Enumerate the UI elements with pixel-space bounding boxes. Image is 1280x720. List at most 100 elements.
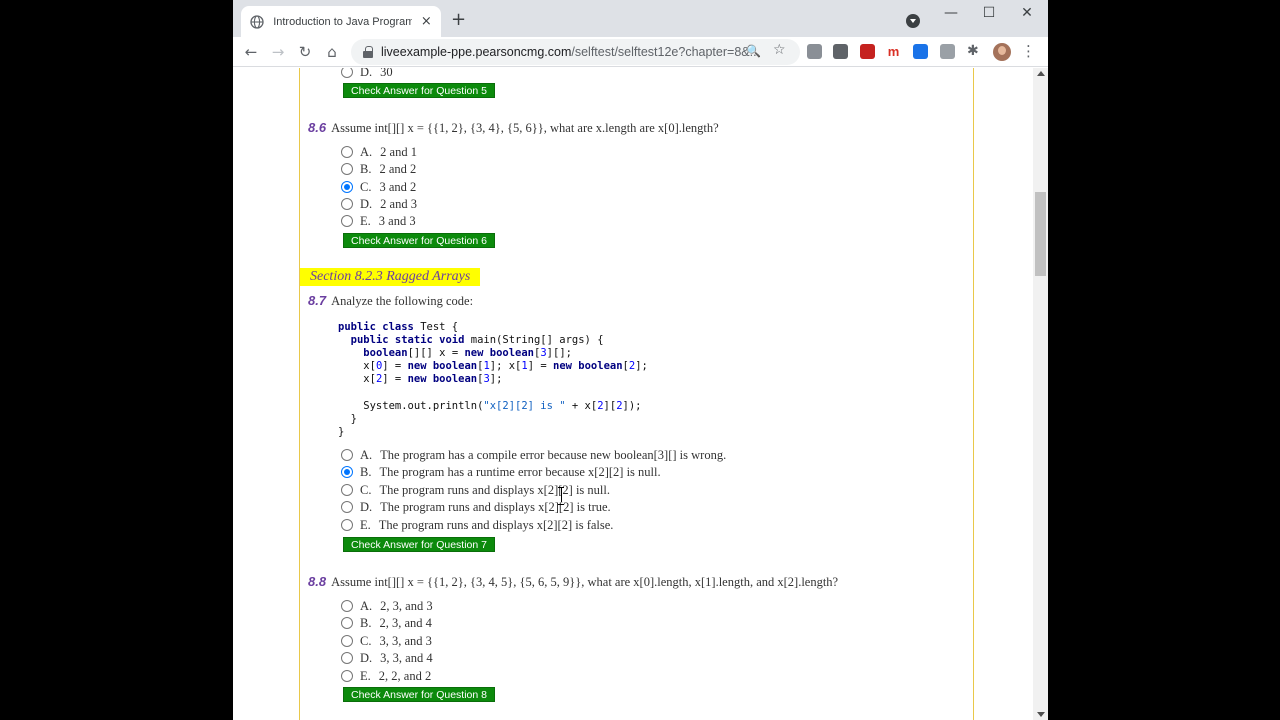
choice-letter: A. (360, 598, 373, 613)
scroll-thumb[interactable] (1035, 192, 1046, 276)
choice-text: 30 (380, 68, 393, 79)
check-answer-q6-button[interactable]: Check Answer for Question 6 (343, 233, 495, 248)
choice-letter: C. (360, 179, 372, 194)
q6-choice-e[interactable]: E. 3 and 3 (341, 213, 416, 229)
new-tab-button[interactable]: + (451, 10, 466, 30)
address-bar[interactable]: liveexample-ppe.pearsoncmg.com/selftest/… (351, 39, 800, 65)
choice-letter: A. (360, 447, 373, 462)
choice-letter: A. (360, 144, 373, 159)
choice-letter: D. (360, 650, 373, 665)
q7-radio-c[interactable] (341, 484, 353, 496)
zoom-icon[interactable]: 🔍 (746, 44, 761, 58)
choice-text: 2, 2, and 2 (378, 668, 432, 683)
choice-text: 2, 3, and 3 (380, 598, 433, 613)
code-block: public class Test { public static void m… (338, 321, 648, 439)
close-window-button[interactable]: ✕ (1017, 5, 1037, 21)
extension-m-icon[interactable]: m (886, 44, 901, 59)
q7-choice-b[interactable]: B. The program has a runtime error becau… (341, 464, 661, 480)
q7-choice-c[interactable]: C. The program runs and displays x[2][2]… (341, 482, 610, 498)
extension-blue-icon[interactable] (913, 44, 928, 59)
menu-kebab-icon[interactable]: ⋮ (1021, 42, 1036, 60)
extensions-puzzle-icon[interactable]: ✱ (967, 43, 979, 59)
q8-choice-a[interactable]: A. 2, 3, and 3 (341, 598, 433, 614)
choice-text: 3, 3, and 3 (379, 633, 432, 648)
ublock-icon[interactable] (860, 44, 875, 59)
q7-radio-a[interactable] (341, 449, 353, 461)
q7-text: Analyze the following code: (331, 294, 474, 308)
q7-choice-d[interactable]: D. The program runs and displays x[2][2]… (341, 499, 611, 515)
profile-avatar[interactable] (993, 43, 1011, 61)
forward-button[interactable]: → (268, 42, 288, 62)
q8-question: 8.8 Assume int[][] x = {{1, 2}, {3, 4, 5… (308, 574, 838, 590)
q7-radio-d[interactable] (341, 501, 353, 513)
home-button[interactable]: ⌂ (322, 42, 342, 62)
q8-radio-a[interactable] (341, 600, 353, 612)
scroll-up-arrow-icon[interactable] (1037, 71, 1045, 76)
q8-choice-c[interactable]: C. 3, 3, and 3 (341, 633, 432, 649)
browser-tab[interactable]: Introduction to Java Programming × (241, 6, 441, 37)
q7-radio-b[interactable] (341, 466, 353, 478)
q6-choice-a[interactable]: A. 2 and 1 (341, 144, 417, 160)
q6-number: 8.6 (308, 120, 327, 135)
q7-choice-a[interactable]: A. The program has a compile error becau… (341, 447, 726, 463)
q6-choice-b[interactable]: B. 2 and 2 (341, 161, 416, 177)
q6-radio-a[interactable] (341, 146, 353, 158)
check-answer-q8-button[interactable]: Check Answer for Question 8 (343, 687, 495, 702)
q8-radio-e[interactable] (341, 670, 353, 682)
url-path: /selftest/selftest12e?chapter=8&... (571, 45, 761, 59)
choice-letter: B. (360, 161, 372, 176)
page-viewport: D. 30 Check Answer for Question 5 8.6 As… (233, 68, 1033, 720)
q8-radio-b[interactable] (341, 617, 353, 629)
code-line: boolean[][] x = new boolean[3][]; (363, 347, 572, 360)
back-button[interactable]: ← (241, 42, 261, 62)
q7-number: 8.7 (308, 293, 327, 308)
choice-letter: D. (360, 196, 373, 211)
extension-grid-icon[interactable] (833, 44, 848, 59)
q6-radio-c[interactable] (341, 181, 353, 193)
q6-choice-d[interactable]: D. 2 and 3 (341, 196, 417, 212)
maximize-button[interactable]: ☐ (979, 5, 999, 21)
q8-choice-e[interactable]: E. 2, 2, and 2 (341, 668, 431, 684)
q8-radio-c[interactable] (341, 635, 353, 647)
q6-radio-e[interactable] (341, 215, 353, 227)
q8-text: Assume int[][] x = {{1, 2}, {3, 4, 5}, {… (331, 575, 839, 589)
bookmark-star-icon[interactable]: ☆ (773, 42, 786, 58)
scroll-down-arrow-icon[interactable] (1037, 712, 1045, 717)
extension-cube-icon[interactable] (807, 44, 822, 59)
q8-choice-b[interactable]: B. 2, 3, and 4 (341, 615, 432, 631)
choice-text: 2 and 2 (379, 161, 417, 176)
url-host: liveexample-ppe.pearsoncmg.com (381, 45, 572, 59)
code-line: public class Test { (338, 321, 459, 333)
q7-question: 8.7 Analyze the following code: (308, 293, 473, 309)
q8-choice-d[interactable]: D. 3, 3, and 4 (341, 650, 433, 666)
minimize-button[interactable]: — (941, 5, 961, 21)
q5-radio-d[interactable] (341, 68, 353, 78)
code-line: public static void main(String[] args) { (350, 334, 604, 347)
code-line: x[0] = new boolean[1]; x[1] = new boolea… (338, 360, 648, 373)
q6-radio-d[interactable] (341, 198, 353, 210)
q7-choice-e[interactable]: E. The program runs and displays x[2][2]… (341, 517, 613, 533)
tab-strip: Introduction to Java Programming × + — ☐… (233, 0, 1048, 37)
q6-radio-b[interactable] (341, 163, 353, 175)
choice-text: 3, 3, and 4 (380, 650, 433, 665)
tab-title: Introduction to Java Programming (273, 15, 412, 28)
check-answer-q5-button[interactable]: Check Answer for Question 5 (343, 83, 495, 98)
choice-text: The program has a runtime error because … (379, 464, 661, 479)
lock-icon[interactable] (363, 46, 373, 58)
q7-radio-e[interactable] (341, 519, 353, 531)
reload-button[interactable]: ↻ (295, 42, 315, 62)
code-line: } (338, 425, 345, 438)
choice-text: 2, 3, and 4 (379, 615, 432, 630)
url-text[interactable]: liveexample-ppe.pearsoncmg.com/selftest/… (381, 45, 760, 59)
choice-text: 2 and 3 (380, 196, 417, 211)
tab-search-icon[interactable] (906, 14, 920, 28)
q8-radio-d[interactable] (341, 652, 353, 664)
extension-screen-icon[interactable] (940, 44, 955, 59)
check-answer-q7-button[interactable]: Check Answer for Question 7 (343, 537, 495, 552)
vertical-scrollbar[interactable] (1033, 68, 1048, 720)
quiz-content: D. 30 Check Answer for Question 5 8.6 As… (299, 68, 974, 720)
q5-choice-d[interactable]: D. 30 (341, 68, 393, 80)
q6-choice-c[interactable]: C. 3 and 2 (341, 179, 416, 195)
tab-close-icon[interactable]: × (420, 14, 433, 29)
choice-text: The program runs and displays x[2][2] is… (379, 482, 610, 497)
